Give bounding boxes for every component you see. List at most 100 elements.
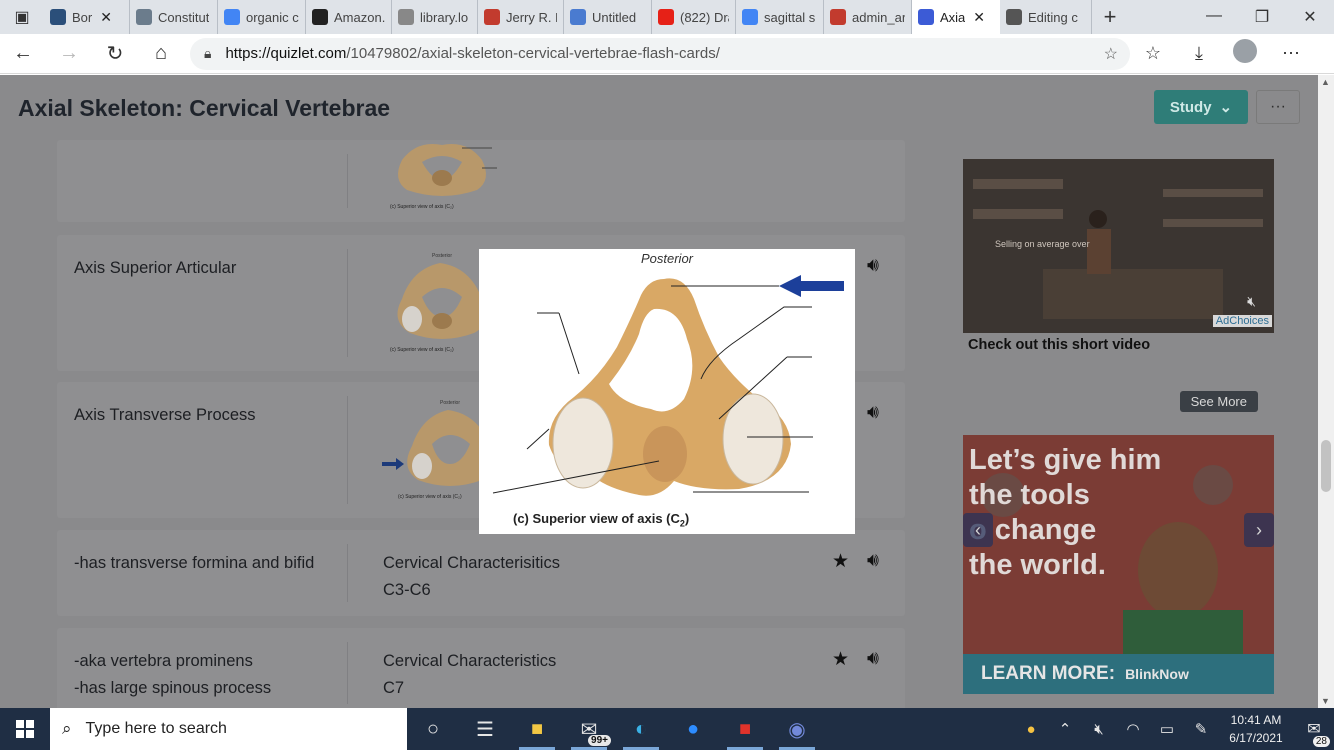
browser-tab[interactable]: Jerry R. N bbox=[478, 0, 564, 34]
definition-line: C3-C6 bbox=[383, 581, 431, 599]
edge-browser-icon[interactable]: ◐ bbox=[615, 708, 667, 750]
task-view-icon[interactable]: ☰ bbox=[459, 708, 511, 750]
scroll-up-arrow-icon[interactable]: ▲ bbox=[1321, 77, 1330, 87]
browser-tab[interactable]: (822) Dra bbox=[652, 0, 736, 34]
browser-tab[interactable]: Axia ✕ bbox=[912, 0, 1000, 34]
tab-label: admin_ar bbox=[852, 9, 905, 25]
settings-more-icon[interactable]: ⋯ bbox=[1268, 43, 1314, 64]
battery-icon[interactable]: ▭ bbox=[1150, 720, 1184, 738]
tab-actions-icon[interactable]: ▣ bbox=[0, 0, 44, 34]
windows-logo-icon bbox=[16, 720, 34, 738]
zoom-app-icon[interactable]: ● bbox=[667, 708, 719, 750]
quizlet-icon bbox=[918, 9, 934, 25]
clock-time: 10:41 AM bbox=[1230, 713, 1282, 727]
card-term: -has transverse formina and bifid bbox=[74, 554, 315, 572]
cortana-icon[interactable]: ○ bbox=[407, 708, 459, 750]
tab-label: (822) Dra bbox=[680, 9, 729, 25]
close-tab-icon[interactable]: ✕ bbox=[100, 9, 112, 26]
scroll-down-arrow-icon[interactable]: ▼ bbox=[1321, 696, 1330, 706]
tab-label: Axia bbox=[940, 9, 966, 25]
learn-more-bar[interactable]: LEARN MORE: BlinkNow bbox=[963, 654, 1274, 694]
close-window-button[interactable]: ✕ bbox=[1286, 7, 1334, 27]
see-more-button[interactable]: See More bbox=[1179, 391, 1258, 412]
browser-tab[interactable]: Amazon. bbox=[306, 0, 392, 34]
windows-start-button[interactable] bbox=[0, 708, 50, 750]
speaker-icon[interactable]: 🔊︎ bbox=[867, 550, 879, 573]
browser-tab[interactable]: organic c bbox=[218, 0, 306, 34]
file-explorer-icon[interactable]: ■ bbox=[511, 708, 563, 750]
tab-label: Amazon. bbox=[334, 9, 385, 25]
home-button[interactable]: ⌂ bbox=[138, 42, 184, 65]
card-definition: Cervical Characterisitics C3-C6 bbox=[383, 550, 763, 604]
definition-line: C7 bbox=[383, 679, 405, 697]
pen-icon[interactable]: ✎ bbox=[1184, 720, 1218, 738]
pdf-icon bbox=[830, 9, 846, 25]
browser-tab[interactable]: Editing c bbox=[1000, 0, 1092, 34]
carousel-next-button[interactable]: › bbox=[1244, 513, 1274, 547]
enlarged-image-popup[interactable]: Posterior (c) Superior view of axis (C2) bbox=[479, 249, 855, 534]
flashcard-row: -aka vertebra prominens -has large spino… bbox=[57, 628, 905, 708]
restore-button[interactable]: ❐ bbox=[1238, 7, 1286, 27]
pdf-icon bbox=[484, 9, 500, 25]
wiki-icon bbox=[50, 9, 66, 25]
banner-ad[interactable]: Let’s give him the tools o change the wo… bbox=[963, 435, 1274, 694]
card-actions: 🔊︎ bbox=[867, 255, 879, 277]
adchoices-label[interactable]: AdChoices bbox=[1212, 315, 1272, 327]
url-field[interactable]: 🔒︎ https://quizlet.com /10479802/axial-s… bbox=[190, 37, 1130, 70]
doc-icon bbox=[398, 9, 414, 25]
minimize-button[interactable]: — bbox=[1190, 7, 1238, 27]
study-button[interactable]: Study ⌄ bbox=[1154, 90, 1248, 124]
clock-date: 6/17/2021 bbox=[1229, 731, 1283, 745]
amazon-icon bbox=[312, 9, 328, 25]
back-button[interactable]: ← bbox=[0, 42, 46, 65]
profile-avatar[interactable] bbox=[1222, 39, 1268, 68]
close-tab-icon[interactable]: ✕ bbox=[973, 9, 985, 26]
volume-muted-icon[interactable]: 🔇︎ bbox=[1082, 721, 1116, 738]
address-toolbar: ← → ↻ ⌂ 🔒︎ https://quizlet.com /10479802… bbox=[0, 34, 1334, 74]
taskbar-clock[interactable]: 10:41 AM 6/17/2021 bbox=[1218, 711, 1294, 747]
card-divider bbox=[347, 249, 348, 357]
refresh-button[interactable]: ↻ bbox=[92, 41, 138, 66]
browser-tab[interactable]: admin_ar bbox=[824, 0, 912, 34]
star-icon[interactable]: ★ bbox=[832, 648, 849, 671]
card-term: Axis Superior Articular bbox=[74, 259, 237, 277]
more-options-button[interactable]: ··· bbox=[1256, 90, 1300, 124]
chevron-up-icon[interactable]: ⌃ bbox=[1048, 720, 1082, 738]
tab-label: library.lo bbox=[420, 9, 469, 25]
downloads-icon[interactable]: ⤓ bbox=[1176, 43, 1222, 64]
tab-bar: ▣ Bor ✕ Constitut organic c Amazon. library.l… bbox=[0, 0, 1334, 34]
figure-caption: (c) Superior view of axis (C2) bbox=[513, 511, 690, 529]
ad-video[interactable]: Selling on average over 🔇︎ AdChoices bbox=[963, 159, 1274, 333]
add-favorite-icon[interactable]: ☆ bbox=[1104, 44, 1118, 64]
speaker-icon[interactable]: 🔊︎ bbox=[867, 648, 879, 671]
notification-center-icon[interactable]: ✉ 28 bbox=[1294, 719, 1334, 747]
new-tab-button[interactable]: + bbox=[1092, 4, 1128, 30]
star-icon[interactable]: ★ bbox=[832, 550, 849, 573]
browser-tab[interactable]: Constitut bbox=[130, 0, 218, 34]
mail-icon[interactable]: ✉ 99+ bbox=[563, 708, 615, 750]
page-icon bbox=[136, 9, 152, 25]
weather-sun-icon[interactable]: ● bbox=[1014, 721, 1048, 738]
browser-tab[interactable]: Untitled bbox=[564, 0, 652, 34]
ad-headline[interactable]: Check out this short video bbox=[968, 337, 1150, 353]
favorites-icon[interactable]: ☆ bbox=[1130, 43, 1176, 64]
browser-tab[interactable]: sagittal s bbox=[736, 0, 824, 34]
acrobat-icon[interactable]: ■ bbox=[719, 708, 771, 750]
scrollbar-thumb[interactable] bbox=[1321, 440, 1331, 492]
video-ad[interactable]: Selling on average over 🔇︎ AdChoices Che… bbox=[963, 159, 1274, 416]
speaker-icon[interactable]: 🔊︎ bbox=[867, 402, 879, 424]
search-placeholder: Type here to search bbox=[85, 720, 227, 737]
browser-tab[interactable]: Bor ✕ bbox=[44, 0, 130, 34]
speaker-icon[interactable]: 🔊︎ bbox=[867, 255, 879, 277]
study-label: Study bbox=[1169, 98, 1212, 116]
carousel-prev-button[interactable]: ‹ bbox=[963, 513, 993, 547]
browser-tab[interactable]: library.lo bbox=[392, 0, 478, 34]
gdoc-icon bbox=[570, 9, 586, 25]
taskbar-search-box[interactable]: ⌕ Type here to search bbox=[50, 708, 407, 750]
discord-icon[interactable]: ◉ bbox=[771, 708, 823, 750]
page-scrollbar[interactable]: ▲ ▼ bbox=[1318, 75, 1334, 708]
wifi-icon[interactable]: ◠ bbox=[1116, 720, 1150, 738]
forward-button[interactable]: → bbox=[46, 42, 92, 65]
mute-icon[interactable]: 🔇︎ bbox=[1247, 293, 1256, 310]
tab-label: Untitled bbox=[592, 9, 637, 25]
